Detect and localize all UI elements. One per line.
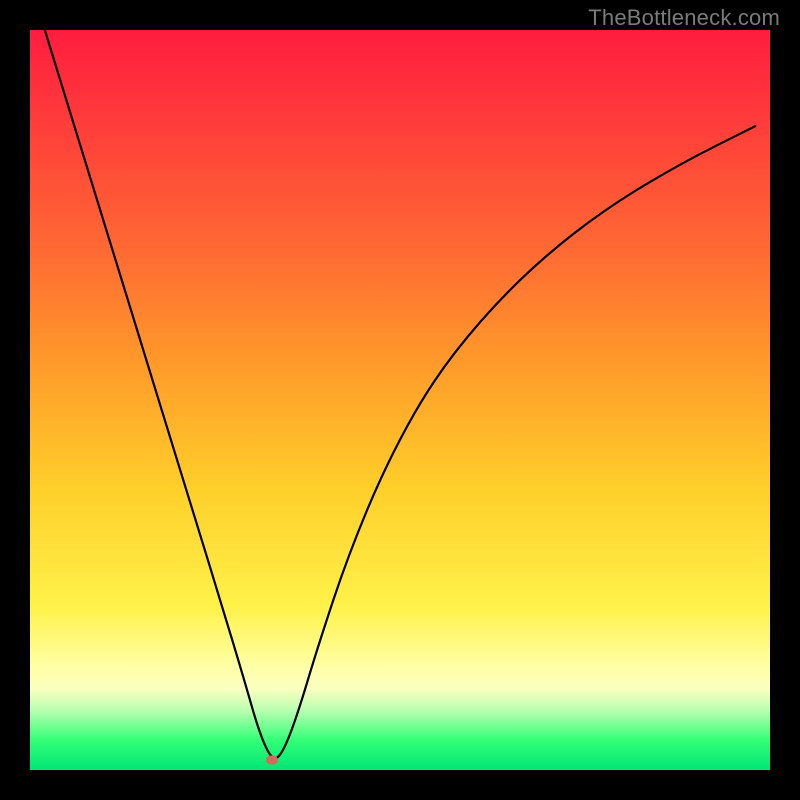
watermark-text: TheBottleneck.com	[588, 5, 780, 31]
background-gradient	[30, 30, 770, 770]
plot-area	[30, 30, 770, 770]
chart-frame: TheBottleneck.com	[0, 0, 800, 800]
